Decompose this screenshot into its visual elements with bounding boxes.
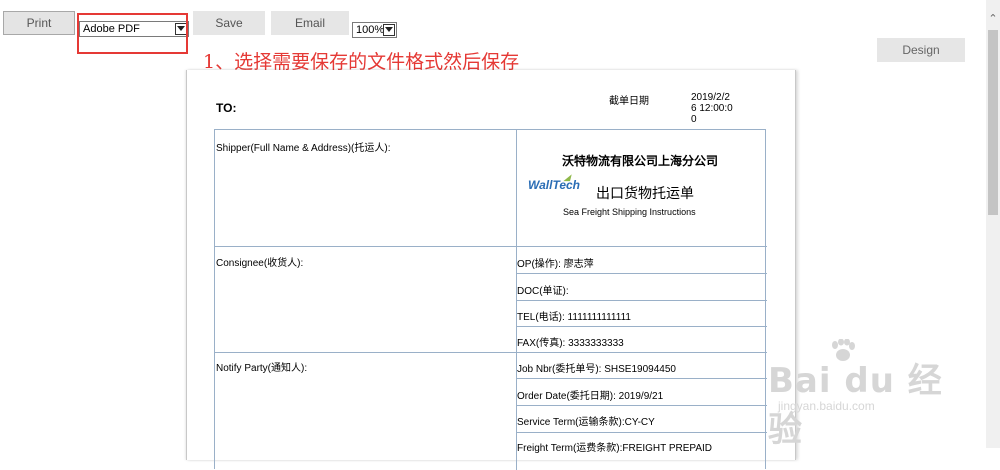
vertical-scrollbar[interactable]: ⌃ <box>986 0 1000 448</box>
scroll-thumb[interactable] <box>988 30 998 215</box>
row-divider <box>215 352 516 353</box>
field-op: OP(操作): 廖志萍 <box>517 259 594 270</box>
form-title: 出口货物托运单 <box>596 185 694 201</box>
row-divider <box>516 352 767 353</box>
field-service-term: Service Term(运输条款):CY-CY <box>517 417 655 428</box>
field-freight-term: Freight Term(运费条款):FREIGHT PREPAID <box>517 443 713 454</box>
cutoff-date-label: 截单日期 <box>609 96 649 107</box>
print-button[interactable]: Print <box>3 11 75 35</box>
row-divider <box>516 432 767 433</box>
email-button[interactable]: Email <box>271 11 349 35</box>
shipper-label: Shipper(Full Name & Address)(托运人): <box>216 143 391 154</box>
zoom-value: 100% <box>356 24 383 36</box>
save-button[interactable]: Save <box>193 11 265 35</box>
field-job-nbr: Job Nbr(委托单号): SHSE19094450 <box>517 364 676 375</box>
export-format-select[interactable]: Adobe PDF <box>79 21 189 37</box>
row-divider <box>516 378 767 379</box>
chevron-down-icon[interactable] <box>383 24 395 36</box>
row-divider <box>516 405 767 406</box>
field-order-date: Order Date(委托日期): 2019/9/21 <box>517 391 664 402</box>
field-tel: TEL(电话): 1111111111111 <box>517 312 631 323</box>
zoom-select[interactable]: 100% <box>352 22 397 38</box>
notify-party-label: Notify Party(通知人): <box>216 363 308 374</box>
chevron-down-icon[interactable] <box>175 23 187 35</box>
chevron-up-icon[interactable]: ⌃ <box>986 12 1000 26</box>
row-divider <box>516 246 767 247</box>
export-format-value: Adobe PDF <box>83 23 140 35</box>
company-name: 沃特物流有限公司上海分公司 <box>562 154 719 168</box>
document-preview: TO: 截单日期 2019/2/26 12:00:00 Shipper(Full… <box>186 70 796 470</box>
form-subtitle: Sea Freight Shipping Instructions <box>563 207 696 217</box>
shipping-form-table: Shipper(Full Name & Address)(托运人): Consi… <box>214 129 767 470</box>
paw-icon <box>832 339 855 361</box>
logo-text: WallTech <box>528 178 581 192</box>
row-divider <box>516 273 767 274</box>
field-fax: FAX(传真): 3333333333 <box>517 338 624 349</box>
walltech-logo: WallTech ◢ <box>528 173 581 192</box>
cutoff-date-value: 2019/2/26 12:00:00 <box>691 92 733 125</box>
consignee-label: Consignee(收货人): <box>216 258 304 269</box>
logo-mark-icon: ◢ <box>564 173 571 182</box>
field-doc: DOC(单证): <box>517 286 569 297</box>
to-label: TO: <box>216 101 237 115</box>
row-divider <box>516 326 767 327</box>
row-divider <box>516 300 767 301</box>
row-divider <box>215 246 516 247</box>
design-button[interactable]: Design <box>877 38 965 62</box>
